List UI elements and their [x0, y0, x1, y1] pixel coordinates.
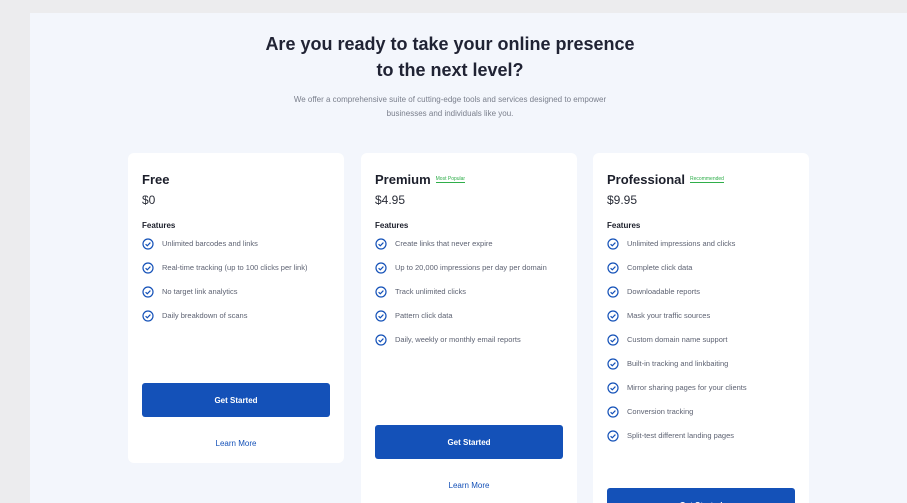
plan-header: Premium Most Popular: [375, 171, 563, 187]
feature-text: Track unlimited clicks: [395, 287, 466, 296]
feature-text: Pattern click data: [395, 311, 453, 320]
feature-item: Up to 20,000 impressions per day per dom…: [375, 261, 563, 274]
check-circle-icon: [607, 334, 619, 346]
feature-item: Track unlimited clicks: [375, 285, 563, 298]
get-started-button-premium[interactable]: Get Started: [375, 425, 563, 459]
feature-text: Built-in tracking and linkbaiting: [627, 359, 729, 368]
feature-item: Mirror sharing pages for your clients: [607, 381, 795, 394]
feature-item: Pattern click data: [375, 309, 563, 322]
feature-list: Create links that never expire Up to 20,…: [375, 237, 563, 346]
feature-item: Built-in tracking and linkbaiting: [607, 357, 795, 370]
check-circle-icon: [375, 286, 387, 298]
check-circle-icon: [607, 310, 619, 322]
plan-card-premium: Premium Most Popular $4.95 Features Crea…: [361, 153, 577, 503]
feature-text: Downloadable reports: [627, 287, 700, 296]
feature-text: Create links that never expire: [395, 239, 493, 248]
feature-item: Unlimited barcodes and links: [142, 237, 330, 250]
feature-text: Custom domain name support: [627, 335, 728, 344]
feature-text: Mirror sharing pages for your clients: [627, 383, 747, 392]
plan-price: $0: [142, 193, 156, 207]
features-heading: Features: [375, 221, 409, 230]
features-heading: Features: [607, 221, 641, 230]
plan-name: Professional: [607, 171, 686, 187]
plan-header: Professional Recommended: [607, 171, 795, 187]
plan-header: Free: [142, 171, 330, 187]
feature-item: Create links that never expire: [375, 237, 563, 250]
check-circle-icon: [607, 382, 619, 394]
feature-text: Mask your traffic sources: [627, 311, 711, 320]
check-circle-icon: [375, 334, 387, 346]
feature-item: Complete click data: [607, 261, 795, 274]
feature-text: Complete click data: [627, 263, 693, 272]
feature-text: Daily breakdown of scans: [162, 311, 248, 320]
check-circle-icon: [375, 238, 387, 250]
check-circle-icon: [375, 310, 387, 322]
feature-list: Unlimited impressions and clicks Complet…: [607, 237, 795, 442]
check-circle-icon: [142, 238, 154, 250]
page-title: Are you ready to take your online presen…: [265, 34, 635, 80]
check-circle-icon: [142, 262, 154, 274]
plan-badge: Recommended: [690, 175, 724, 183]
feature-item: Mask your traffic sources: [607, 309, 795, 322]
features-heading: Features: [142, 221, 176, 230]
check-circle-icon: [142, 286, 154, 298]
feature-item: Conversion tracking: [607, 405, 795, 418]
feature-text: Daily, weekly or monthly email reports: [395, 335, 521, 344]
check-circle-icon: [607, 238, 619, 250]
feature-text: Split-test different landing pages: [627, 431, 735, 440]
feature-list: Unlimited barcodes and links Real-time t…: [142, 237, 330, 322]
feature-item: Daily breakdown of scans: [142, 309, 330, 322]
plan-price: $4.95: [375, 193, 406, 207]
feature-item: Downloadable reports: [607, 285, 795, 298]
feature-text: Unlimited barcodes and links: [162, 239, 258, 248]
feature-item: Custom domain name support: [607, 333, 795, 346]
check-circle-icon: [607, 286, 619, 298]
learn-more-link-free[interactable]: Learn More: [142, 439, 330, 448]
plan-price: $9.95: [607, 193, 638, 207]
pricing-section: Are you ready to take your online presen…: [30, 13, 907, 503]
feature-item: No target link analytics: [142, 285, 330, 298]
feature-text: Unlimited impressions and clicks: [627, 239, 736, 248]
check-circle-icon: [142, 310, 154, 322]
check-circle-icon: [375, 262, 387, 274]
plan-badge: Most Popular: [435, 175, 466, 183]
check-circle-icon: [607, 262, 619, 274]
learn-more-link-premium[interactable]: Learn More: [375, 481, 563, 490]
feature-item: Real-time tracking (up to 100 clicks per…: [142, 261, 330, 274]
plan-card-free: Free $0 Features Unlimited barcodes and …: [128, 153, 344, 463]
feature-text: Up to 20,000 impressions per day per dom…: [395, 263, 547, 272]
plan-card-professional: Professional Recommended $9.95 Features …: [593, 153, 809, 503]
feature-item: Unlimited impressions and clicks: [607, 237, 795, 250]
feature-item: Split-test different landing pages: [607, 429, 795, 442]
check-circle-icon: [607, 430, 619, 442]
feature-text: No target link analytics: [162, 287, 238, 296]
feature-text: Real-time tracking (up to 100 clicks per…: [162, 263, 308, 272]
feature-item: Daily, weekly or monthly email reports: [375, 333, 563, 346]
plan-name: Free: [142, 171, 170, 187]
page-subtitle: We offer a comprehensive suite of cuttin…: [293, 95, 607, 118]
check-circle-icon: [607, 358, 619, 370]
plan-name: Premium: [375, 171, 431, 187]
get-started-button-free[interactable]: Get Started: [142, 383, 330, 417]
feature-text: Conversion tracking: [627, 407, 694, 416]
check-circle-icon: [607, 406, 619, 418]
get-started-button-professional[interactable]: Get Started: [607, 488, 795, 503]
